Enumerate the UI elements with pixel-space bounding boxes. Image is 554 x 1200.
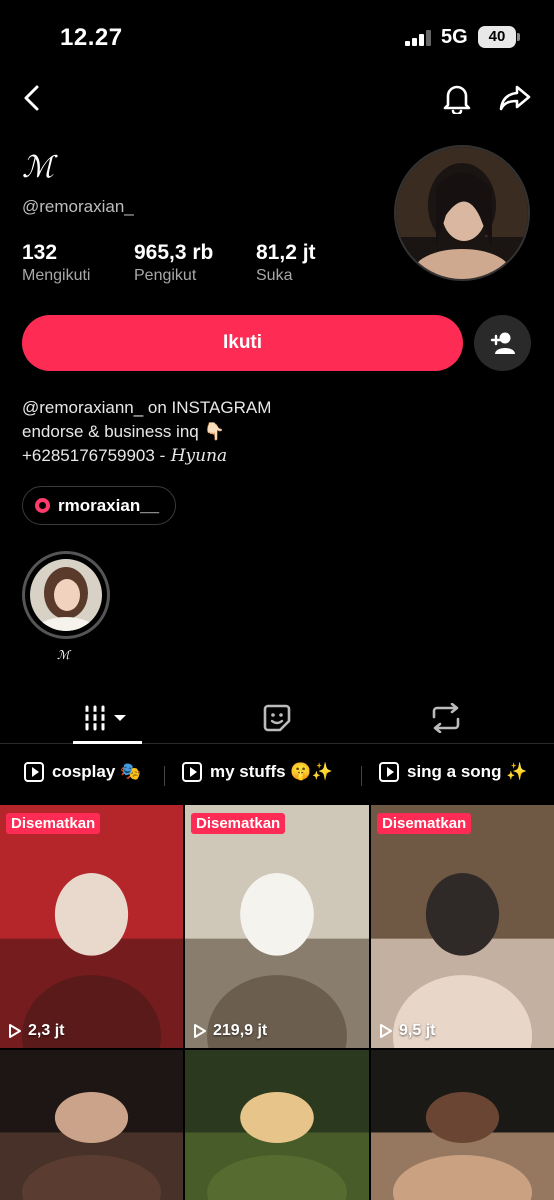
- thumbnail-shape: [240, 1092, 314, 1143]
- battery-nub: [517, 33, 520, 41]
- video-thumbnail: [0, 1050, 183, 1200]
- highlight-label: ℳ: [57, 648, 70, 662]
- tab-videos[interactable]: [73, 692, 143, 744]
- video-tile[interactable]: [371, 1050, 554, 1200]
- video-tile[interactable]: [0, 1050, 183, 1200]
- view-count: 2,3 jt: [8, 1022, 64, 1040]
- playlist-my-stuffs[interactable]: my stuffs 🤫✨: [182, 762, 333, 782]
- back-button[interactable]: [14, 80, 50, 116]
- bio-line-2: endorse & business inq 👇🏻: [22, 422, 225, 441]
- play-square-icon: [379, 762, 399, 782]
- add-friend-button[interactable]: [474, 315, 531, 371]
- followers-count: 965,3 rb: [134, 241, 214, 264]
- stat-following[interactable]: 132 Mengikuti: [22, 241, 90, 285]
- highlight-thumbnail: [30, 559, 102, 631]
- share-button[interactable]: [495, 78, 535, 118]
- tab-liked[interactable]: [242, 692, 312, 744]
- video-tile[interactable]: Disematkan 2,3 jt: [0, 805, 183, 1048]
- play-icon: [380, 1024, 392, 1038]
- pinned-badge: Disematkan: [6, 813, 101, 834]
- video-thumbnail: [0, 805, 183, 1048]
- instagram-handle: rmoraxian__: [58, 495, 160, 515]
- avatar[interactable]: [394, 145, 530, 281]
- likes-count: 81,2 jt: [256, 241, 316, 264]
- playlist-divider: [164, 766, 165, 786]
- following-count: 132: [22, 241, 58, 264]
- username: @remoraxian_: [22, 197, 134, 216]
- thumbnail-shape: [425, 1092, 500, 1143]
- playlist-sing-a-song[interactable]: sing a song ✨: [379, 762, 527, 782]
- view-count-text: 2,3 jt: [28, 1022, 65, 1039]
- battery-icon: 40: [478, 26, 516, 48]
- signal-icon: [405, 30, 435, 46]
- bio: @remoraxiann_ on INSTAGRAM endorse & bus…: [22, 396, 271, 468]
- view-count-text: 9,5 jt: [399, 1022, 436, 1039]
- stat-followers[interactable]: 965,3 rb Pengikut: [134, 241, 213, 285]
- playlist-cosplay[interactable]: cosplay 🎭: [24, 762, 141, 782]
- following-label: Mengikuti: [22, 267, 91, 284]
- followers-label: Pengikut: [134, 267, 197, 284]
- instagram-link[interactable]: rmoraxian__: [22, 486, 177, 525]
- bio-phone: +6285176759903: [22, 446, 155, 465]
- status-time: 12.27: [60, 24, 123, 51]
- view-count: 219,9 jt: [193, 1022, 267, 1040]
- stat-likes[interactable]: 81,2 jt Suka: [256, 241, 316, 285]
- follow-button[interactable]: Ikuti: [22, 315, 463, 371]
- play-square-icon: [24, 762, 44, 782]
- video-tile[interactable]: [185, 1050, 369, 1200]
- thumbnail-shape: [54, 1092, 129, 1143]
- bio-line-1: @remoraxiann_ on INSTAGRAM: [22, 398, 272, 417]
- bio-signature: - 𝐻𝑦𝑢𝑛𝑎: [159, 446, 228, 466]
- video-thumbnail: [371, 1050, 554, 1200]
- video-tile[interactable]: Disematkan 9,5 jt: [371, 805, 554, 1048]
- playlist-divider: [361, 766, 362, 786]
- playlist-label: cosplay 🎭: [52, 762, 142, 781]
- notification-button[interactable]: [437, 78, 477, 118]
- playlists-bar: cosplay 🎭 my stuffs 🤫✨ sing a song ✨: [0, 758, 554, 794]
- thumbnail-shape: [425, 873, 500, 956]
- pinned-badge: Disematkan: [191, 813, 286, 834]
- playlist-label: my stuffs 🤫✨: [210, 762, 333, 781]
- share-arrow-icon: [499, 85, 531, 111]
- grid-icon: [85, 705, 126, 731]
- tab-reposts[interactable]: [411, 692, 481, 744]
- view-count-text: 219,9 jt: [213, 1022, 268, 1039]
- chevron-left-icon: [24, 85, 39, 111]
- add-user-icon: [490, 332, 515, 354]
- bio-line-3: +6285176759903 - 𝐻𝑦𝑢𝑛𝑎: [22, 444, 271, 468]
- instagram-icon: [35, 498, 50, 513]
- profile-tabs: [0, 692, 554, 744]
- play-icon: [9, 1024, 21, 1038]
- avatar-photo: [396, 147, 528, 279]
- play-icon: [194, 1024, 206, 1038]
- status-bar: 12.27 5G 40: [0, 0, 554, 72]
- video-thumbnail: [185, 1050, 369, 1200]
- playlist-label: sing a song ✨: [407, 762, 528, 781]
- likes-label: Suka: [256, 267, 293, 284]
- network-type: 5G: [441, 26, 468, 48]
- pinned-badge: Disematkan: [377, 813, 472, 834]
- thumbnail-shape: [54, 873, 129, 956]
- video-tile[interactable]: Disematkan 219,9 jt: [185, 805, 369, 1048]
- play-square-icon: [182, 762, 202, 782]
- sticker-icon: [263, 704, 291, 732]
- bell-icon: [443, 85, 471, 114]
- display-name: ℳ: [22, 150, 55, 185]
- active-tab-indicator: [73, 741, 142, 744]
- story-highlight[interactable]: [22, 551, 110, 639]
- thumbnail-shape: [240, 873, 314, 956]
- video-thumbnail: [185, 805, 369, 1048]
- video-thumbnail: [371, 805, 554, 1048]
- view-count: 9,5 jt: [379, 1022, 435, 1040]
- repost-icon: [432, 703, 460, 733]
